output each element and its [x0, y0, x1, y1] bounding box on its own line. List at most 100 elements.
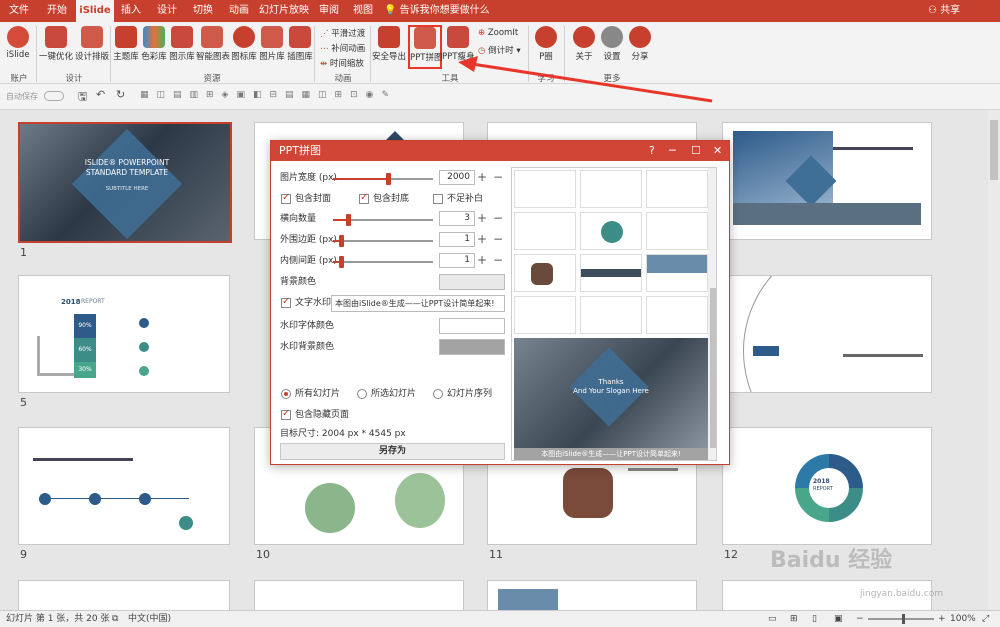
image-width-slider[interactable] — [333, 173, 433, 185]
tween-animation-button[interactable]: ⋯ 补间动画 — [320, 42, 365, 54]
increment-button[interactable]: + — [477, 170, 487, 184]
preview-scrollbar[interactable] — [708, 168, 716, 460]
decrement-button[interactable]: − — [493, 253, 503, 267]
slide-thumbnail[interactable] — [722, 122, 932, 240]
increment-button[interactable]: + — [477, 253, 487, 267]
tell-me-search[interactable]: 💡 告诉我你想要做什么 — [384, 0, 490, 22]
zoomit-button[interactable]: ⊕ ZoomIt — [478, 28, 518, 38]
settings-button[interactable]: 设置 — [598, 26, 626, 62]
zoom-slider-thumb[interactable] — [902, 614, 905, 624]
selected-slides-radio[interactable] — [357, 389, 367, 399]
decrement-button[interactable]: − — [493, 170, 503, 184]
redo-icon[interactable]: ↻ — [116, 88, 125, 101]
slide-thumbnail[interactable] — [18, 580, 230, 610]
fit-window-icon[interactable]: ⤢ — [982, 611, 989, 627]
horizontal-count-input[interactable]: 3 — [439, 211, 475, 226]
share-ribbon-button[interactable]: 分享 — [626, 26, 654, 62]
countdown-button[interactable]: ◷ 倒计时 ▾ — [478, 44, 521, 56]
scrollbar-thumb[interactable] — [710, 288, 716, 448]
qat-tools-icons[interactable]: ▦◫▤▥⊞◈▣◧⊟▤▦◫⊞⊡◉✎ — [140, 90, 397, 100]
zoom-slider[interactable] — [868, 618, 934, 620]
slider-thumb[interactable] — [346, 214, 351, 226]
tab-home[interactable]: 开始 — [38, 0, 76, 22]
vertical-scrollbar[interactable] — [988, 110, 1000, 610]
decrement-button[interactable]: − — [493, 232, 503, 246]
slide-thumbnail[interactable]: 2018 REPORT 90% 60% 30% — [18, 275, 230, 393]
undo-icon[interactable]: ↶ — [96, 88, 105, 101]
include-cover-checkbox[interactable] — [281, 192, 291, 204]
safe-export-button[interactable]: 安全导出 — [372, 26, 406, 62]
tab-animations[interactable]: 动画 — [222, 0, 256, 22]
ppt-collage-button[interactable]: PPT拼图 — [408, 25, 442, 69]
inner-spacing-input[interactable]: 1 — [439, 253, 475, 268]
slide-thumbnail[interactable] — [487, 580, 697, 610]
save-as-button[interactable]: 另存为 — [280, 443, 505, 460]
increment-button[interactable]: + — [477, 232, 487, 246]
inner-spacing-slider[interactable] — [333, 256, 433, 268]
tab-islide[interactable]: iSlide — [76, 0, 114, 22]
reading-view-icon[interactable]: ▯ — [812, 611, 817, 627]
minimize-button[interactable]: ─ — [669, 141, 676, 161]
close-button[interactable]: ✕ — [713, 141, 722, 161]
text-watermark-checkbox[interactable] — [281, 296, 291, 308]
maximize-button[interactable]: ☐ — [691, 141, 701, 161]
outer-margin-slider[interactable] — [333, 235, 433, 247]
tab-slideshow[interactable]: 幻灯片放映 — [256, 0, 312, 22]
design-layout-button[interactable]: 设计排版 — [74, 26, 110, 62]
picture-library-button[interactable]: 图片库 — [258, 26, 286, 62]
all-slides-radio[interactable] — [281, 389, 291, 399]
spellcheck-icon[interactable]: ⧉ — [112, 611, 118, 627]
slide-thumbnail[interactable] — [18, 427, 230, 545]
tab-view[interactable]: 视图 — [346, 0, 380, 22]
zoom-level[interactable]: 100% — [950, 611, 976, 627]
slideshow-view-icon[interactable]: ▣ — [834, 611, 843, 627]
slide-thumbnail[interactable]: 2018 REPORT — [722, 427, 932, 545]
decrement-button[interactable]: − — [493, 211, 503, 225]
outer-margin-input[interactable]: 1 — [439, 232, 475, 247]
tab-transitions[interactable]: 切换 — [186, 0, 220, 22]
zoom-in-button[interactable]: + — [938, 611, 946, 627]
slider-thumb[interactable] — [339, 256, 344, 268]
p-circle-button[interactable]: P圈 — [532, 26, 560, 62]
tab-design[interactable]: 设计 — [150, 0, 184, 22]
include-back-checkbox[interactable] — [359, 192, 369, 204]
tab-file[interactable]: 文件 — [0, 0, 38, 22]
color-library-button[interactable]: 色彩库 — [140, 26, 168, 62]
increment-button[interactable]: + — [477, 211, 487, 225]
slide-thumbnail[interactable] — [722, 275, 932, 393]
watermark-bg-color-picker[interactable] — [439, 339, 505, 355]
slide-sequence-radio[interactable] — [433, 389, 443, 399]
horizontal-count-slider[interactable] — [333, 214, 433, 226]
watermark-font-color-picker[interactable] — [439, 318, 505, 334]
no-fill-checkbox[interactable] — [433, 194, 443, 204]
ppt-slim-button[interactable]: PPT瘦身 — [442, 26, 474, 62]
scrollbar-thumb[interactable] — [990, 120, 998, 180]
include-hidden-checkbox[interactable] — [281, 408, 291, 420]
smart-chart-button[interactable]: 智能图表 — [196, 26, 230, 62]
islide-button[interactable]: iSlide — [4, 26, 32, 60]
slide-thumbnail[interactable] — [254, 580, 464, 610]
one-click-optimize-button[interactable]: 一键优化 — [38, 26, 74, 62]
share-button[interactable]: ⚇ 共享 — [928, 0, 960, 22]
theme-library-button[interactable]: 主题库 — [112, 26, 140, 62]
sorter-view-icon[interactable]: ⊞ — [790, 611, 798, 627]
icon-library-button[interactable]: 图标库 — [230, 26, 258, 62]
smooth-transition-button[interactable]: ⋰ 平滑过渡 — [320, 27, 365, 39]
language-text[interactable]: 中文(中国) — [128, 611, 171, 627]
diagram-library-button[interactable]: 图示库 — [168, 26, 196, 62]
time-scale-button[interactable]: ⇹ 时间缩放 — [320, 57, 364, 69]
tab-insert[interactable]: 插入 — [114, 0, 148, 22]
slider-thumb[interactable] — [386, 173, 391, 185]
watermark-text-input[interactable]: 本图由iSlide®生成——让PPT设计简单起来! — [331, 295, 505, 312]
image-width-input[interactable]: 2000 — [439, 170, 475, 185]
bg-color-picker[interactable] — [439, 274, 505, 290]
normal-view-icon[interactable]: ▭ — [768, 611, 777, 627]
autosave-toggle[interactable] — [44, 91, 64, 101]
slide-thumbnail[interactable]: ISLIDE® POWERPOINT STANDARD TEMPLATE SUB… — [18, 122, 232, 243]
about-button[interactable]: 关于 — [570, 26, 598, 62]
slider-thumb[interactable] — [339, 235, 344, 247]
illustration-library-button[interactable]: 插图库 — [286, 26, 314, 62]
zoom-out-button[interactable]: − — [856, 611, 864, 627]
tab-review[interactable]: 审阅 — [312, 0, 346, 22]
save-icon[interactable]: 🖫 — [78, 88, 87, 107]
